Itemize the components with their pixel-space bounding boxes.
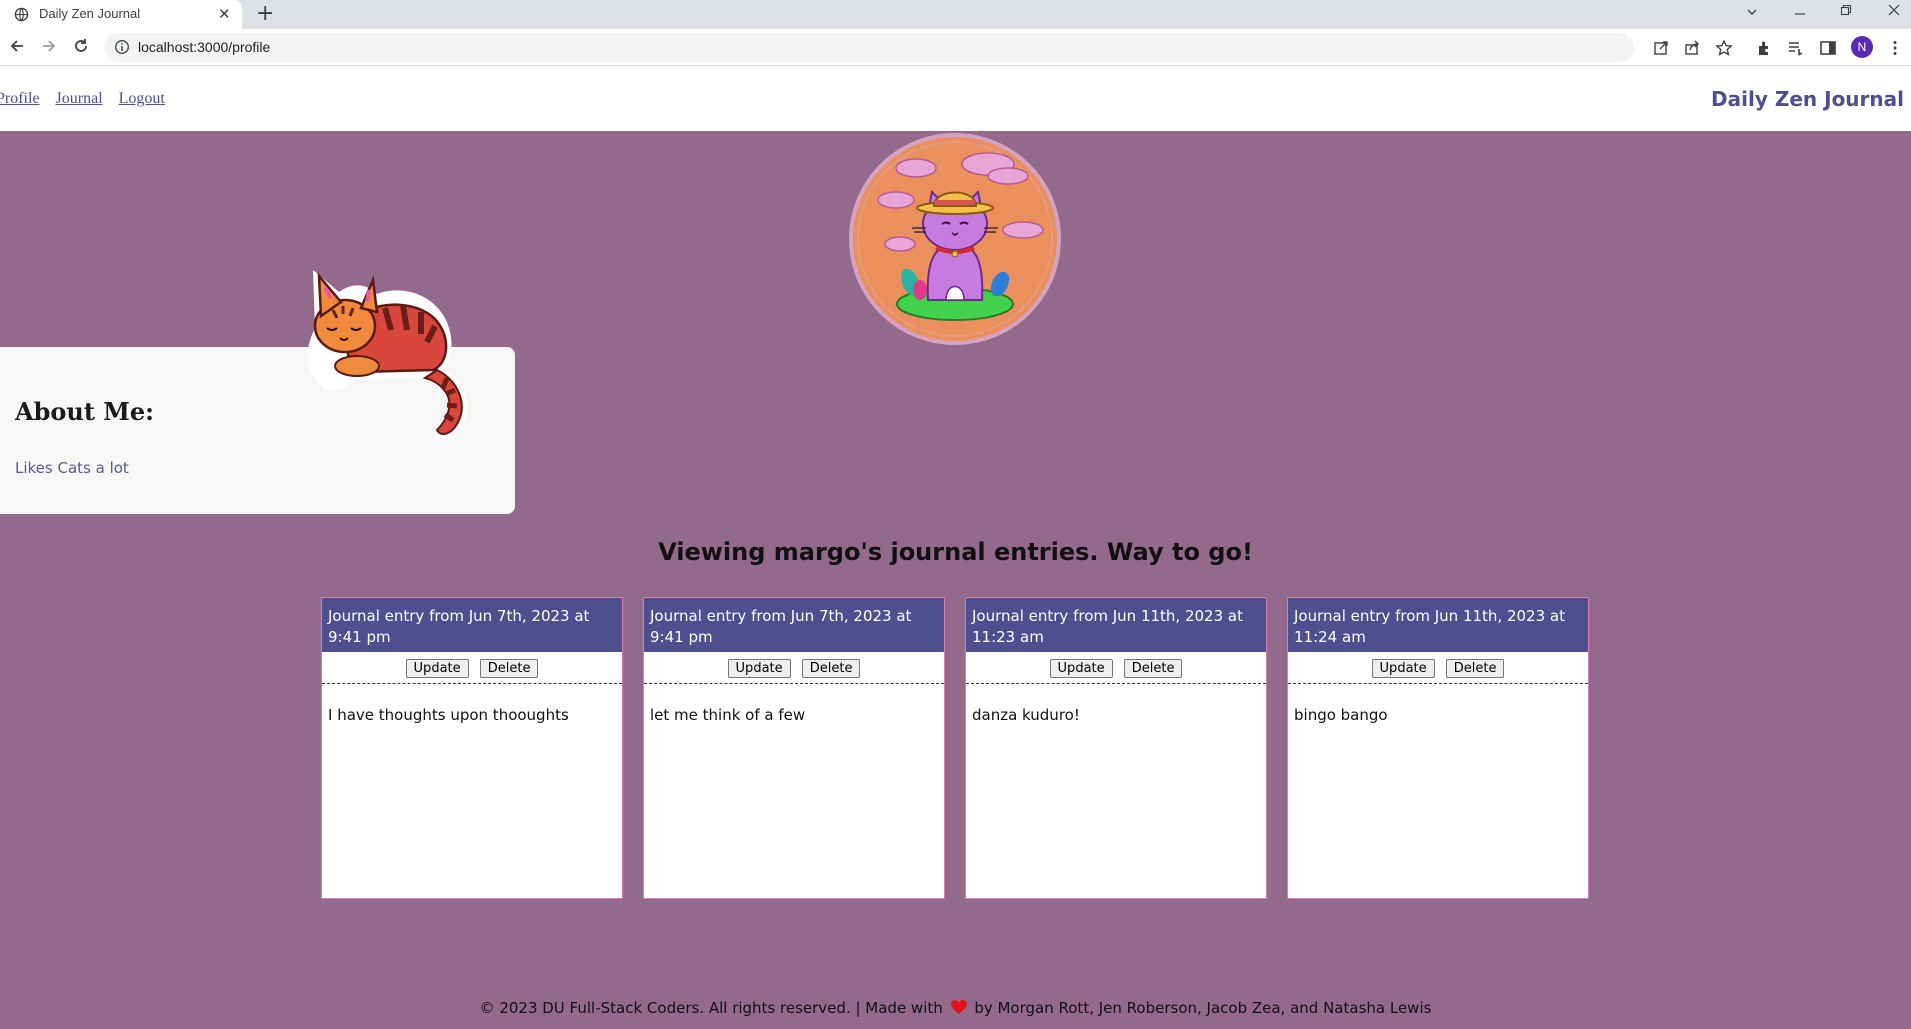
- entries-heading: Viewing margo's journal entries. Way to …: [658, 538, 1253, 566]
- site-nav: Profile Journal Logout: [0, 90, 177, 108]
- entry-actions: Update Delete: [644, 652, 944, 684]
- entry-actions: Update Delete: [966, 652, 1266, 684]
- tab-close-icon[interactable]: ✕: [218, 4, 231, 24]
- journal-entry-card: Journal entry from Jun 7th, 2023 at 9:41…: [643, 597, 945, 899]
- update-entry-button[interactable]: Update: [1049, 659, 1113, 678]
- about-title: About Me:: [15, 397, 154, 426]
- entry-header: Journal entry from Jun 11th, 2023 at 11:…: [966, 598, 1266, 652]
- journal-entry-card: Journal entry from Jun 11th, 2023 at 11:…: [965, 597, 1267, 899]
- site-header: Profile Journal Logout Daily Zen Journal: [0, 66, 1911, 131]
- site-brand[interactable]: Daily Zen Journal: [1711, 87, 1904, 111]
- globe-icon: [14, 7, 29, 22]
- entry-actions: Update Delete: [1288, 652, 1588, 684]
- update-entry-button[interactable]: Update: [405, 659, 469, 678]
- update-entry-button[interactable]: Update: [727, 659, 791, 678]
- delete-entry-button[interactable]: Delete: [801, 659, 861, 678]
- delete-entry-button[interactable]: Delete: [479, 659, 539, 678]
- entry-header: Journal entry from Jun 11th, 2023 at 11:…: [1288, 598, 1588, 652]
- delete-entry-button[interactable]: Delete: [1123, 659, 1183, 678]
- reading-list-icon[interactable]: [1787, 39, 1805, 57]
- extensions-icon[interactable]: [1755, 39, 1773, 57]
- entry-body: let me think of a few: [650, 706, 806, 724]
- footer-text-before: © 2023 DU Full-Stack Coders. All rights …: [479, 999, 943, 1017]
- footer-text-after: by Morgan Rott, Jen Roberson, Jacob Zea,…: [974, 999, 1432, 1017]
- profile-avatar[interactable]: N: [1851, 36, 1873, 58]
- journal-entries-list: Journal entry from Jun 7th, 2023 at 9:41…: [321, 597, 1591, 899]
- url-text[interactable]: localhost:3000/profile: [138, 39, 270, 55]
- sleeping-cat-icon: [307, 270, 468, 441]
- open-in-app-icon[interactable]: [1652, 39, 1670, 57]
- share-icon[interactable]: [1683, 39, 1701, 57]
- address-bar[interactable]: localhost:3000/profile: [104, 33, 1634, 62]
- journal-entry-card: Journal entry from Jun 11th, 2023 at 11:…: [1287, 597, 1589, 899]
- entry-header: Journal entry from Jun 7th, 2023 at 9:41…: [644, 598, 944, 652]
- browser-tab[interactable]: Daily Zen Journal ✕: [0, 0, 242, 29]
- entry-body: danza kuduro!: [972, 706, 1080, 724]
- delete-entry-button[interactable]: Delete: [1445, 659, 1505, 678]
- forward-icon[interactable]: [40, 37, 58, 55]
- back-icon[interactable]: [8, 37, 26, 55]
- reload-icon[interactable]: [72, 37, 90, 55]
- nav-link-journal[interactable]: Journal: [56, 90, 103, 107]
- new-tab-button[interactable]: +: [256, 1, 274, 27]
- journal-entry-card: Journal entry from Jun 7th, 2023 at 9:41…: [321, 597, 623, 899]
- browser-toolbar: localhost:3000/profile N: [0, 29, 1911, 66]
- close-window-icon[interactable]: [1888, 4, 1900, 16]
- browser-tabstrip: Daily Zen Journal ✕ +: [0, 0, 1911, 29]
- entry-body: bingo bango: [1294, 706, 1388, 724]
- restore-icon[interactable]: [1840, 4, 1852, 16]
- about-text: Likes Cats a lot: [15, 459, 129, 477]
- info-icon[interactable]: [114, 39, 130, 55]
- nav-link-profile[interactable]: Profile: [0, 90, 40, 107]
- tab-title: Daily Zen Journal: [39, 6, 141, 21]
- more-menu-icon[interactable]: [1886, 39, 1904, 57]
- entry-body: I have thoughts upon thooughts: [328, 706, 569, 724]
- update-entry-button[interactable]: Update: [1371, 659, 1435, 678]
- minimize-icon[interactable]: [1794, 8, 1806, 20]
- heart-icon: [950, 1000, 967, 1014]
- site-footer: © 2023 DU Full-Stack Coders. All rights …: [0, 999, 1911, 1017]
- entry-header: Journal entry from Jun 7th, 2023 at 9:41…: [322, 598, 622, 652]
- tab-search-icon[interactable]: [1746, 6, 1758, 18]
- entry-actions: Update Delete: [322, 652, 622, 684]
- bookmark-star-icon[interactable]: [1715, 39, 1733, 57]
- side-panel-icon[interactable]: [1819, 39, 1837, 57]
- cat-logo-icon: [849, 133, 1061, 345]
- nav-link-logout[interactable]: Logout: [119, 90, 165, 107]
